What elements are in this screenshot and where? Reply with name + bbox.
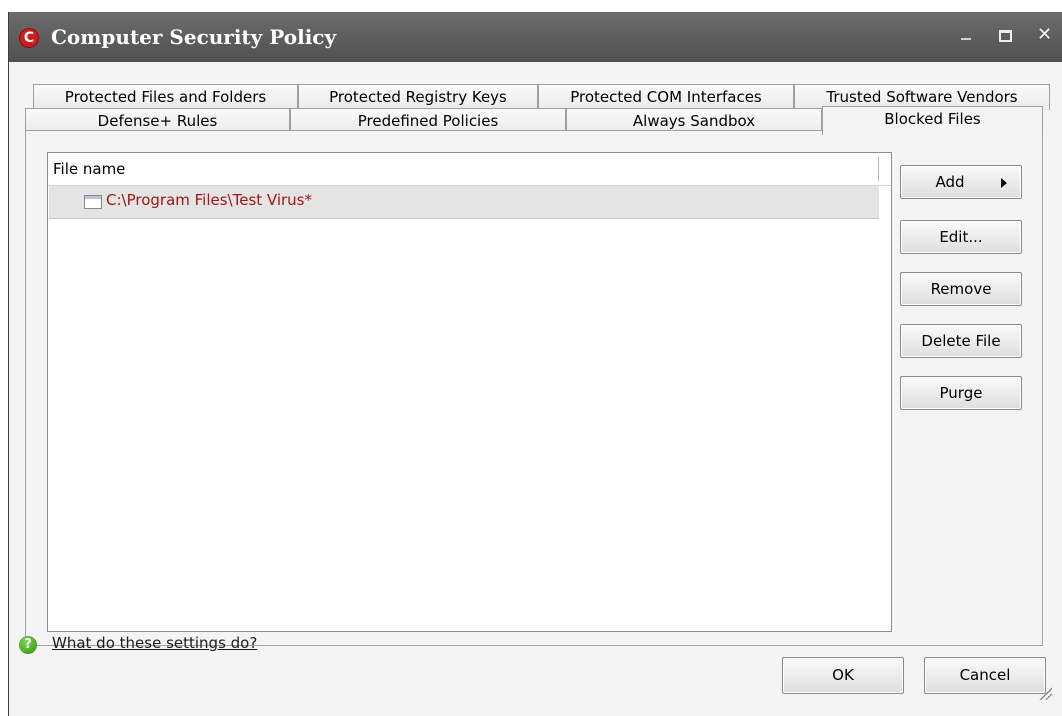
close-button[interactable]: ✕	[1037, 24, 1052, 45]
tab-blocked-files[interactable]: Blocked Files	[822, 106, 1043, 135]
purge-button[interactable]: Purge	[900, 376, 1022, 410]
minimize-button[interactable]	[959, 26, 975, 46]
add-button-label: Add	[935, 173, 965, 191]
tab-protected-registry-keys[interactable]: Protected Registry Keys	[298, 84, 538, 110]
file-icon	[84, 195, 102, 209]
cancel-button[interactable]: Cancel	[924, 657, 1046, 694]
background-strip	[0, 0, 1062, 12]
column-header-file-name[interactable]: File name	[48, 153, 891, 186]
tab-protected-files-and-folders[interactable]: Protected Files and Folders	[33, 84, 298, 110]
maximize-button[interactable]	[997, 26, 1013, 46]
app-logo-icon: C	[19, 28, 39, 48]
resize-grip[interactable]	[1038, 686, 1052, 700]
list-item[interactable]: C:\Program Files\Test Virus*	[49, 186, 879, 219]
remove-button[interactable]: Remove	[900, 272, 1022, 306]
column-header-label: File name	[53, 160, 126, 178]
edit-button[interactable]: Edit...	[900, 220, 1022, 254]
title-bar[interactable]: C Computer Security Policy ✕	[9, 12, 1062, 62]
column-separator[interactable]	[878, 157, 879, 181]
delete-file-button[interactable]: Delete File	[900, 324, 1022, 358]
add-button[interactable]: Add	[900, 165, 1022, 199]
blocked-files-list[interactable]: File name C:\Program Files\Test Virus*	[47, 152, 892, 632]
ok-button[interactable]: OK	[782, 657, 904, 694]
chevron-right-icon	[1001, 178, 1007, 188]
help-link[interactable]: What do these settings do?	[52, 634, 257, 652]
tab-protected-com-interfaces[interactable]: Protected COM Interfaces	[538, 84, 794, 110]
window-title: Computer Security Policy	[51, 25, 337, 49]
list-item-path: C:\Program Files\Test Virus*	[106, 191, 313, 209]
help-icon[interactable]: ?	[19, 636, 37, 654]
